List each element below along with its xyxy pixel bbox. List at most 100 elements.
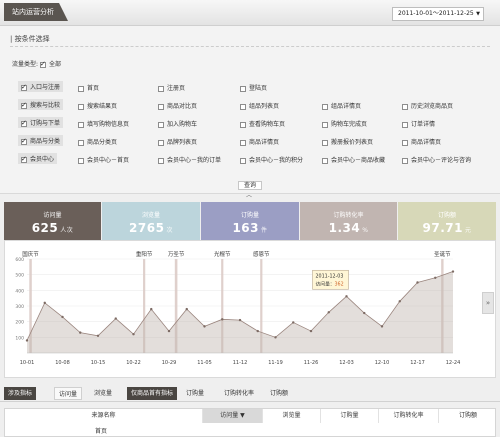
col-visits[interactable]: 访问量 ▼ <box>203 409 263 423</box>
filter-option[interactable]: 会员中心－商品收藏 <box>322 155 385 164</box>
tab-conversion[interactable]: 订购转化率 <box>220 387 258 400</box>
metric-tile-orders[interactable]: 订购量 163 件 <box>201 202 299 240</box>
checkbox <box>78 157 84 164</box>
col-orders[interactable]: 订购量 <box>321 409 379 423</box>
filter-option[interactable]: 组品列表页 <box>240 101 279 110</box>
data-point <box>238 318 242 322</box>
option-label: 商品详情页 <box>411 139 442 146</box>
filter-row-product: 商品与分类 商品分类页 品牌列表页 商品详情页 搬册报价列表页 商品详情页 <box>0 135 500 147</box>
filter-option[interactable]: 会员中心 <box>18 153 58 164</box>
filter-option[interactable]: 购物车完成页 <box>322 119 367 128</box>
tab-pageviews[interactable]: 浏览量 <box>90 387 116 400</box>
filter-option[interactable]: 登陆页 <box>240 83 267 92</box>
filter-option[interactable]: 会员中心－我的订单 <box>158 155 221 164</box>
date-range-value: 2011-10-01～2011-12-25 <box>398 10 474 17</box>
metric-unit: 元 <box>464 227 472 234</box>
y-tick-label: 100 <box>15 335 24 341</box>
chart-expand-button[interactable]: » <box>482 292 494 314</box>
date-range-select[interactable]: 2011-10-01～2011-12-25 ▼ <box>392 7 484 21</box>
metric-value-wrap: 1.34% <box>300 221 397 235</box>
filter-option[interactable]: 首页 <box>78 83 99 92</box>
tab-involved-metrics[interactable]: 涉及指标 <box>4 387 37 400</box>
filter-option[interactable]: 注册页 <box>158 83 185 92</box>
option-label: 商品与分类 <box>30 138 61 145</box>
data-point <box>79 331 82 334</box>
option-label: 搜索与比较 <box>30 102 61 109</box>
filter-option[interactable]: 搬册报价列表页 <box>322 137 373 146</box>
tab-visits[interactable]: 访问量 <box>54 387 83 400</box>
x-tick-label: 10-08 <box>55 360 70 366</box>
x-tick-label: 12-10 <box>375 360 390 366</box>
filter-option[interactable]: 查看购物车页 <box>240 119 285 128</box>
option-label: 入口与注册 <box>30 84 61 91</box>
tab-orders[interactable]: 订购量 <box>182 387 208 400</box>
tab-revenue[interactable]: 订购额 <box>266 387 292 400</box>
filter-section: | 按条件选择 流量类型: 全部 入口与注册 首页 注册页 登陆页 搜索与比较 … <box>0 26 500 194</box>
data-point <box>25 339 29 342</box>
x-tick-label: 11-19 <box>268 360 283 366</box>
filter-option[interactable]: 品牌列表页 <box>158 137 197 146</box>
filter-option[interactable]: 商品与分类 <box>18 135 64 146</box>
filter-option[interactable]: 订购与下单 <box>18 117 64 128</box>
option-label: 搜索结果页 <box>87 103 118 110</box>
filter-option[interactable]: 会员中心－评论与咨询 <box>402 155 471 164</box>
query-button[interactable]: 查询 <box>238 181 262 190</box>
data-point <box>380 325 384 328</box>
metric-label: 订购转化率 <box>333 212 364 219</box>
filter-option[interactable]: 加入购物车 <box>158 119 197 128</box>
metric-label: 订购量 <box>240 212 259 219</box>
header-tab-operations[interactable]: 站内运营分析 <box>4 3 68 21</box>
checkbox <box>322 139 328 146</box>
option-label: 注册页 <box>167 85 186 92</box>
option-label: 会员中心 <box>30 156 55 163</box>
filter-option[interactable]: 商品详情页 <box>402 137 441 146</box>
checkbox <box>78 103 84 110</box>
y-tick-label: 300 <box>15 304 24 310</box>
all-checkbox[interactable] <box>39 60 46 68</box>
filter-option[interactable]: 入口与注册 <box>18 81 64 92</box>
option-label: 组品详情页 <box>331 103 362 110</box>
filter-option[interactable]: 商品详情页 <box>240 137 279 146</box>
chart-canvas: 600500400300200100国庆节 重阳节 万圣节 光棍节 感恩节 圣诞节10-0… <box>15 250 460 366</box>
data-point <box>96 334 100 337</box>
checkbox <box>322 103 328 110</box>
metric-tile-conversion[interactable]: 订购转化率 1.34% <box>300 202 397 240</box>
option-label: 首页 <box>87 85 100 92</box>
data-point <box>451 270 455 273</box>
checkbox <box>322 157 328 164</box>
col-pageviews[interactable]: 浏览量 <box>263 409 321 423</box>
filter-option[interactable]: 订单详情 <box>402 119 435 128</box>
option-label: 订购与下单 <box>30 120 61 127</box>
chevron-up-icon[interactable]: ︿ <box>246 190 252 199</box>
metric-tile-pageviews[interactable]: 浏览量 2765 次 <box>102 202 200 240</box>
filter-option[interactable]: 搜索结果页 <box>78 101 117 110</box>
event-label: 万圣节 <box>168 250 185 258</box>
checkbox <box>21 155 27 163</box>
col-conversion[interactable]: 订购转化率 <box>379 409 439 423</box>
metric-tile-revenue[interactable]: 订购额 97.71 元 <box>398 202 496 240</box>
x-tick-label: 10-29 <box>162 360 177 366</box>
filter-option[interactable]: 搜索与比较 <box>18 99 64 110</box>
metric-unit: 件 <box>261 227 268 234</box>
metric-value-wrap: 97.71 元 <box>398 221 496 235</box>
filter-option[interactable]: 商品对比页 <box>158 101 197 110</box>
checkbox <box>21 101 27 109</box>
filter-option[interactable]: 会员中心－首页 <box>78 155 129 164</box>
col-source-name[interactable]: 来源名称 <box>5 409 203 423</box>
col-revenue[interactable]: 订购额 <box>439 409 497 423</box>
divider <box>10 46 490 47</box>
filter-option[interactable]: 填写购物信息页 <box>78 119 129 128</box>
checkbox <box>240 139 246 146</box>
option-label: 会员中心－评论与咨询 <box>411 157 472 164</box>
option-label: 搬册报价列表页 <box>331 139 374 146</box>
checkbox <box>21 137 27 145</box>
filter-option[interactable]: 商品分类页 <box>78 137 117 146</box>
metric-tile-visits[interactable]: 访问量 625 人次 <box>4 202 101 245</box>
filter-option[interactable]: 组品详情页 <box>322 101 361 110</box>
metric-unit: 人次 <box>60 227 74 234</box>
tab-product-only[interactable]: 仅商品首有指标 <box>127 387 178 400</box>
filter-option[interactable]: 会员中心－我的积分 <box>240 155 303 164</box>
data-point <box>167 329 171 333</box>
filter-option[interactable]: 历史浏览商品页 <box>402 101 453 110</box>
metric-label: 访问量 <box>43 212 62 219</box>
